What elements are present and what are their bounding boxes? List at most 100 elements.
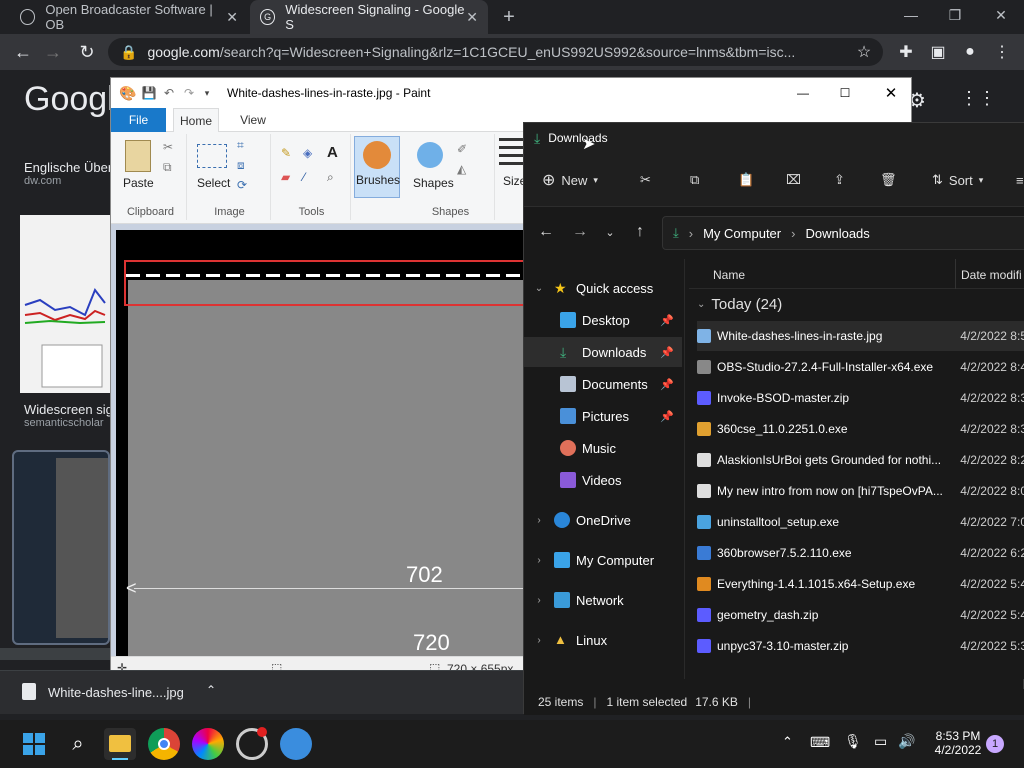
chevron-right-icon[interactable]: › <box>532 555 546 566</box>
image-result-2[interactable]: Widescreen sig semanticscholar <box>24 402 113 429</box>
star-icon[interactable]: ☆ <box>852 40 876 64</box>
forward-button[interactable]: → <box>40 40 66 64</box>
address-bar[interactable]: 🔒 google.com /search?q=Widescreen+Signal… <box>108 38 883 66</box>
extensions-icon[interactable]: ✚ <box>894 40 918 64</box>
breadcrumb-downloads[interactable]: Downloads <box>805 226 869 241</box>
tab-file[interactable]: File <box>111 108 166 132</box>
cut-icon[interactable]: ✂ <box>640 167 651 193</box>
eraser-icon[interactable]: ▰ <box>281 170 290 184</box>
file-row[interactable]: 360browser7.5.2.110.exe 4/2/2022 6:2 <box>697 538 1024 568</box>
outline-icon[interactable]: ✐ <box>457 142 467 156</box>
close-icon[interactable]: ✕ <box>879 82 903 104</box>
nav-my-computer[interactable]: › My Computer <box>524 545 682 575</box>
menu-icon[interactable]: ⋮ <box>990 40 1014 64</box>
file-explorer-app[interactable] <box>104 728 136 760</box>
shapes-button[interactable]: Shapes <box>413 176 454 190</box>
minimize-icon[interactable]: — <box>791 82 815 104</box>
paste-icon[interactable] <box>125 140 151 172</box>
paint-app-icon[interactable] <box>280 728 312 760</box>
text-icon[interactable]: A <box>327 144 338 161</box>
rename-icon[interactable]: ⌧ <box>786 167 801 193</box>
file-row[interactable]: geometry_dash.zip 4/2/2022 5:4 <box>697 600 1024 630</box>
tab-obs[interactable]: Open Broadcaster Software | OB ✕ <box>10 0 248 34</box>
color-picker-icon[interactable]: ⁄ <box>303 170 305 184</box>
start-icon[interactable] <box>18 728 50 760</box>
nav-documents[interactable]: Documents 📌 <box>524 369 682 399</box>
back-icon[interactable]: ← <box>536 221 556 243</box>
redo-icon[interactable]: ↷ <box>179 86 199 100</box>
chrome-icon[interactable] <box>148 728 180 760</box>
close-tab-icon[interactable]: ✕ <box>466 9 478 26</box>
nav-pictures[interactable]: Pictures 📌 <box>524 401 682 431</box>
image-canvas[interactable]: < 702 720 <box>116 230 536 658</box>
rotate-icon[interactable]: ⟳ <box>237 178 247 192</box>
microphone-icon[interactable]: 🎙 <box>844 733 862 750</box>
select-icon[interactable] <box>197 144 227 168</box>
close-window-icon[interactable]: ✕ <box>986 4 1016 26</box>
network-icon[interactable]: ▭ <box>874 733 887 750</box>
breadcrumb-my-computer[interactable]: My Computer <box>703 226 781 241</box>
file-row[interactable]: Invoke-BSOD-master.zip 4/2/2022 8:3 <box>697 383 1024 413</box>
chevron-right-icon[interactable]: › <box>532 515 546 526</box>
result-thumbnail[interactable] <box>20 215 110 393</box>
magnifier-icon[interactable]: ⌕ <box>327 170 334 185</box>
copy-icon[interactable]: ⧉ <box>163 160 172 175</box>
color-app-icon[interactable] <box>192 728 224 760</box>
nav-linux[interactable]: › ▲ Linux <box>524 625 682 655</box>
obs-icon[interactable] <box>236 727 268 760</box>
undo-icon[interactable]: ↶ <box>159 86 179 100</box>
column-name[interactable]: Name <box>713 268 745 282</box>
selection-rectangle[interactable] <box>124 260 536 306</box>
volume-icon[interactable]: 🔊 <box>898 733 915 750</box>
cut-icon[interactable]: ✂ <box>163 140 173 154</box>
image-result-1[interactable]: Englische Übers dw.com <box>24 160 119 187</box>
view-icon[interactable]: ≡ <box>1016 167 1024 193</box>
minimize-icon[interactable]: — <box>896 4 926 26</box>
notification-badge[interactable]: 1 <box>986 735 1004 753</box>
nav-videos[interactable]: Videos <box>524 465 682 495</box>
file-row[interactable]: White-dashes-lines-in-raste.jpg 4/2/2022 … <box>697 321 1024 351</box>
file-row[interactable]: My new intro from now on [hi7TspeOvPA...… <box>697 476 1024 506</box>
chevron-down-icon[interactable]: ⌄ <box>532 283 546 294</box>
close-tab-icon[interactable]: ✕ <box>226 9 238 26</box>
new-button[interactable]: ⊕ New ▾ <box>542 167 598 193</box>
customize-qat-icon[interactable]: ▾ <box>199 88 215 99</box>
fill-shape-icon[interactable]: ◭ <box>457 162 466 176</box>
share-icon[interactable]: ⇪ <box>834 167 845 193</box>
column-date[interactable]: Date modifi <box>961 268 1022 282</box>
maximize-icon[interactable]: ☐ <box>833 82 857 104</box>
result-thumbnail[interactable] <box>12 450 110 645</box>
paste-icon[interactable]: 📋 <box>738 167 754 193</box>
nav-desktop[interactable]: Desktop 📌 <box>524 305 682 335</box>
recent-locations-icon[interactable]: ⌄ <box>600 221 620 243</box>
keyboard-icon[interactable]: ⌨ <box>810 734 830 751</box>
nav-music[interactable]: Music <box>524 433 682 463</box>
chevron-up-icon[interactable]: ⌃ <box>782 734 793 750</box>
horizontal-scrollbar[interactable] <box>0 648 112 660</box>
crop-icon[interactable]: ⌗ <box>237 138 244 153</box>
file-row[interactable]: Everything-1.4.1.1015.x64-Setup.exe 4/2/2… <box>697 569 1024 599</box>
select-button[interactable]: Select <box>197 176 230 190</box>
paste-button[interactable]: Paste <box>123 176 154 190</box>
download-filename[interactable]: White-dashes-line....jpg <box>48 685 184 700</box>
back-button[interactable]: ← <box>10 40 36 64</box>
shapes-icon[interactable] <box>417 142 443 168</box>
brushes-button[interactable]: Brushes <box>354 136 400 198</box>
nav-network[interactable]: › Network <box>524 585 682 615</box>
file-row[interactable]: AlaskionIsUrBoi gets Grounded for nothi.… <box>697 445 1024 475</box>
resize-icon[interactable]: ⧈ <box>237 158 245 173</box>
nav-quick-access[interactable]: ⌄ ★ Quick access <box>524 273 682 303</box>
sidepanel-icon[interactable]: ▣ <box>926 40 950 64</box>
profile-icon[interactable]: ● <box>958 40 982 64</box>
chevron-up-icon[interactable]: ⌃ <box>206 683 216 697</box>
paint-titlebar[interactable]: 🎨 💾 ↶ ↷ ▾ White-dashes-lines-in-raste.jp… <box>111 78 911 108</box>
nav-downloads[interactable]: ⤓ Downloads 📌 <box>524 337 682 367</box>
breadcrumb[interactable]: ⤓ › My Computer › Downloads <box>662 216 1024 250</box>
apps-icon[interactable]: ⋮⋮ <box>960 88 996 109</box>
explorer-titlebar[interactable]: ⤓ Downloads <box>524 123 1024 153</box>
search-icon[interactable]: ⌕ <box>62 728 94 760</box>
file-row[interactable]: uninstalltool_setup.exe 4/2/2022 7:0 <box>697 507 1024 537</box>
up-icon[interactable]: ↑ <box>630 221 650 243</box>
delete-icon[interactable]: 🗑 <box>880 167 897 193</box>
chevron-right-icon[interactable]: › <box>532 595 546 606</box>
